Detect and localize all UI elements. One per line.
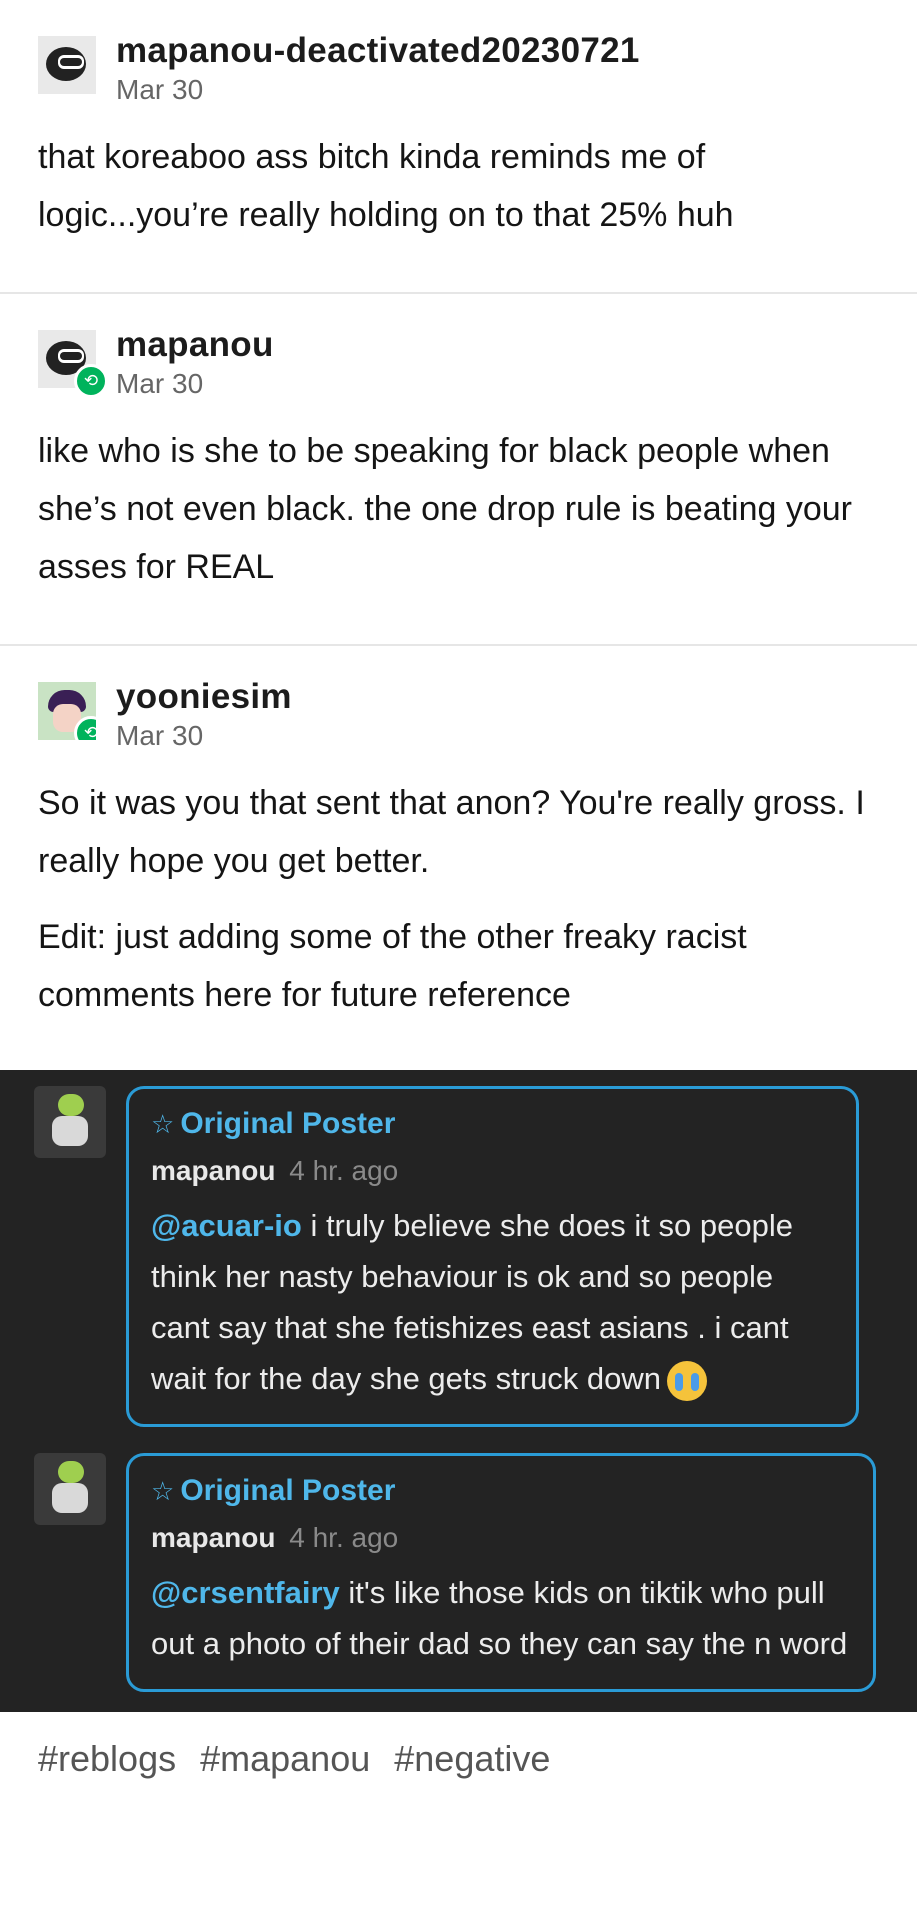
mention: @crsentfairy bbox=[151, 1575, 340, 1610]
comment-username: mapanou bbox=[151, 1155, 276, 1186]
tag-link[interactable]: #negative bbox=[394, 1738, 550, 1779]
post-meta: mapanou-deactivated20230721 Mar 30 bbox=[116, 14, 640, 108]
post-meta: mapanou Mar 30 bbox=[116, 308, 274, 402]
post-body: like who is she to be speaking for black… bbox=[38, 422, 879, 596]
post-date: Mar 30 bbox=[116, 74, 204, 105]
comment-meta: mapanou 4 hr. ago bbox=[151, 1146, 834, 1196]
tag-link[interactable]: #mapanou bbox=[200, 1738, 370, 1779]
post-paragraph: Edit: just adding some of the other frea… bbox=[38, 918, 747, 1014]
avatar[interactable]: ⟲ bbox=[38, 682, 96, 740]
reblog-entry: ⟲ yooniesim Mar 30 So it was you that se… bbox=[0, 646, 917, 1070]
comments-screenshot: ☆ Original Poster mapanou 4 hr. ago @acua… bbox=[0, 1070, 917, 1712]
frog-avatar-icon bbox=[58, 1094, 84, 1116]
reblog-entry: mapanou-deactivated20230721 Mar 30 that … bbox=[0, 0, 917, 294]
post-header: ⟲ yooniesim Mar 30 bbox=[38, 660, 879, 751]
comment-time: 4 hr. ago bbox=[289, 1522, 399, 1553]
avatar-body bbox=[52, 1116, 88, 1146]
frog-avatar-icon bbox=[58, 1461, 84, 1483]
post-body: that koreaboo ass bitch kinda reminds me… bbox=[38, 128, 879, 244]
avatar[interactable] bbox=[38, 36, 96, 94]
post-date: Mar 30 bbox=[116, 720, 204, 751]
post-date: Mar 30 bbox=[116, 368, 204, 399]
star-icon: ☆ bbox=[151, 1477, 175, 1507]
commenter-avatar bbox=[34, 1086, 106, 1158]
tag-link[interactable]: #reblogs bbox=[38, 1738, 176, 1779]
comment-bubble: ☆ Original Poster mapanou 4 hr. ago @crse… bbox=[126, 1453, 876, 1692]
reblog-entry: ⟲ mapanou Mar 30 like who is she to be s… bbox=[0, 294, 917, 646]
reblog-icon: ⟲ bbox=[74, 364, 108, 398]
star-icon: ☆ bbox=[151, 1110, 175, 1140]
crying-face-emoji-icon bbox=[667, 1360, 708, 1401]
post-meta: yooniesim Mar 30 bbox=[116, 660, 292, 754]
comment-username: mapanou bbox=[151, 1522, 276, 1553]
comment: ☆ Original Poster mapanou 4 hr. ago @acua… bbox=[34, 1086, 859, 1427]
post-paragraph: like who is she to be speaking for black… bbox=[38, 432, 853, 586]
comment: ☆ Original Poster mapanou 4 hr. ago @crse… bbox=[34, 1453, 876, 1692]
comment-text: @acuar-io i truly believe she does it so… bbox=[151, 1200, 834, 1404]
post-paragraph: So it was you that sent that anon? You'r… bbox=[38, 784, 865, 880]
comment-text: @crsentfairy it's like those kids on tik… bbox=[151, 1567, 851, 1669]
username[interactable]: yooniesim bbox=[116, 676, 292, 718]
avatar-body bbox=[52, 1483, 88, 1513]
tumblr-deactivated-icon bbox=[46, 47, 86, 81]
post-paragraph: that koreaboo ass bitch kinda reminds me… bbox=[38, 138, 734, 234]
post-body: So it was you that sent that anon? You'r… bbox=[38, 774, 879, 1024]
avatar[interactable]: ⟲ bbox=[38, 330, 108, 398]
mention: @acuar-io bbox=[151, 1208, 302, 1243]
username[interactable]: mapanou bbox=[116, 324, 274, 366]
original-poster-badge: ☆ Original Poster bbox=[151, 1470, 851, 1513]
comment-meta: mapanou 4 hr. ago bbox=[151, 1513, 851, 1563]
username[interactable]: mapanou-deactivated20230721 bbox=[116, 30, 640, 72]
tag-list: #reblogs #mapanou #negative bbox=[0, 1712, 917, 1806]
badge-label: Original Poster bbox=[180, 1107, 396, 1140]
commenter-avatar bbox=[34, 1453, 106, 1525]
post-header: ⟲ mapanou Mar 30 bbox=[38, 308, 879, 399]
comment-bubble: ☆ Original Poster mapanou 4 hr. ago @acua… bbox=[126, 1086, 859, 1427]
post-header: mapanou-deactivated20230721 Mar 30 bbox=[38, 14, 879, 105]
original-poster-badge: ☆ Original Poster bbox=[151, 1103, 834, 1146]
badge-label: Original Poster bbox=[180, 1474, 396, 1507]
comment-time: 4 hr. ago bbox=[289, 1155, 399, 1186]
